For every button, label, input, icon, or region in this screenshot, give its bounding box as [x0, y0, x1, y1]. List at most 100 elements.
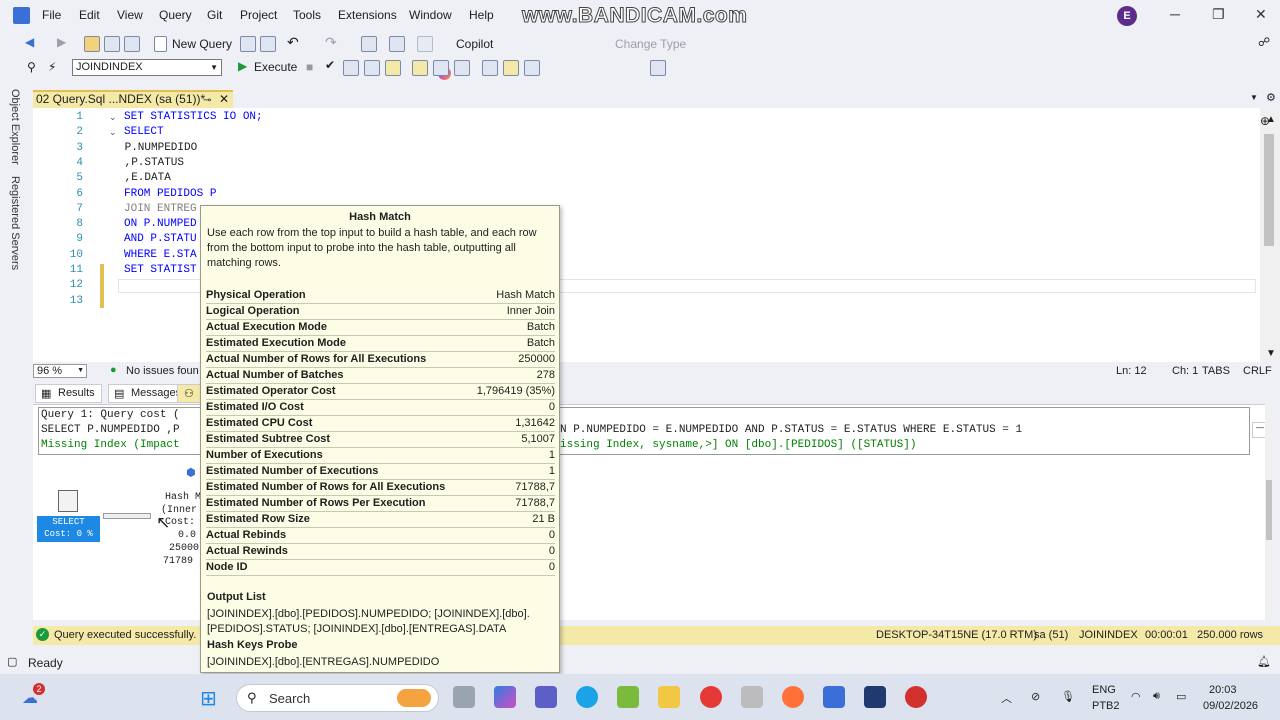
settings-gear-icon[interactable]: ⚙ — [1266, 91, 1276, 104]
tab-list-chevron-icon[interactable]: ▼ — [1250, 93, 1258, 102]
missing-index-line[interactable]: Missing Index (Impact — [41, 439, 180, 451]
open-file-icon[interactable] — [84, 36, 100, 52]
undo-icon[interactable]: ↶ — [287, 34, 299, 51]
query-db-icon[interactable] — [240, 36, 256, 52]
taskbar-search[interactable]: ⚲ Search — [236, 684, 439, 712]
menu-query[interactable]: Query — [159, 8, 192, 22]
results-to-text-icon[interactable] — [482, 60, 498, 76]
app-icon[interactable] — [741, 686, 763, 708]
analysis-icon[interactable] — [260, 36, 276, 52]
firefox-icon[interactable] — [782, 686, 804, 708]
menu-view[interactable]: View — [117, 8, 143, 22]
menu-window[interactable]: Window — [409, 8, 452, 22]
scroll-thumb[interactable] — [1264, 134, 1274, 246]
hash-node-icon[interactable]: ⬢ — [186, 466, 196, 479]
azure-data-studio-icon[interactable] — [864, 686, 886, 708]
specify-values-icon[interactable] — [650, 60, 666, 76]
minimize-icon[interactable]: ─ — [1170, 6, 1180, 22]
stop-icon[interactable]: ■ — [306, 60, 313, 74]
close-tab-icon[interactable]: ✕ — [219, 92, 229, 107]
display-plan-icon[interactable] — [343, 60, 359, 76]
wifi-icon[interactable]: ◠ — [1131, 690, 1141, 703]
forward-icon[interactable]: ▶ — [57, 35, 66, 49]
include-actual-plan-icon[interactable] — [412, 60, 428, 76]
code-line[interactable]: ON P.NUMPED — [124, 218, 197, 230]
intellisense-icon[interactable] — [385, 60, 401, 76]
input-lang[interactable]: ENG — [1092, 684, 1116, 696]
fold-icon[interactable]: ⌄ — [109, 112, 117, 123]
results-to-grid-icon[interactable] — [503, 60, 519, 76]
pin-icon[interactable]: ⊸ — [203, 93, 211, 108]
clock-time[interactable]: 20:03 — [1209, 684, 1237, 696]
file-explorer-icon[interactable] — [658, 686, 680, 708]
tray-chevron-icon[interactable]: ︿ — [1001, 690, 1012, 706]
scroll-down-icon[interactable]: ▼ — [1266, 348, 1276, 359]
menu-project[interactable]: Project — [240, 8, 277, 22]
excel-icon[interactable] — [617, 686, 639, 708]
issues-label[interactable]: No issues foun — [126, 365, 199, 377]
registered-servers-tab[interactable]: Registered Servers — [9, 176, 21, 270]
database-select[interactable]: JOINDINDEX ▼ — [72, 59, 222, 76]
feedback-icon[interactable]: ☍ — [1258, 35, 1270, 49]
code-line[interactable]: SET STATIST — [124, 264, 197, 276]
copilot-app-icon[interactable] — [494, 686, 516, 708]
restore-icon[interactable]: ❐ — [1212, 6, 1225, 23]
eol-indicator[interactable]: CRLF — [1243, 365, 1272, 377]
battery-icon[interactable]: ▭ — [1176, 690, 1186, 703]
avatar[interactable]: E — [1117, 6, 1137, 26]
editor-vertical-scrollbar[interactable]: ▲ ▼ — [1260, 108, 1280, 362]
tab-execution-plan[interactable]: ⚇ — [177, 384, 202, 403]
menu-help[interactable]: Help — [469, 8, 494, 22]
object-explorer-tab[interactable]: Object Explorer — [9, 89, 21, 165]
menu-edit[interactable]: Edit — [79, 8, 100, 22]
microphone-icon[interactable]: 🎙︎ — [1061, 690, 1075, 703]
client-stats-icon[interactable] — [454, 60, 470, 76]
activity-monitor-icon[interactable] — [361, 36, 377, 52]
windows-start-icon[interactable]: ⊞ — [200, 686, 217, 711]
select-node-icon[interactable] — [58, 490, 78, 512]
code-line[interactable]: AND P.STATU — [124, 233, 197, 245]
tab-results[interactable]: ▦ Results — [35, 384, 102, 403]
copilot-button[interactable]: Copilot — [456, 37, 493, 51]
menu-tools[interactable]: Tools — [293, 8, 321, 22]
code-line[interactable]: ,E.DATA — [118, 172, 171, 184]
execute-icon[interactable]: ▶ — [238, 59, 247, 73]
keyboard-layout[interactable]: PTB2 — [1092, 700, 1120, 712]
parse-icon[interactable]: ✔ — [325, 58, 335, 72]
bandicam-icon[interactable] — [905, 686, 927, 708]
results-to-file-icon[interactable] — [524, 60, 540, 76]
properties-icon[interactable] — [417, 36, 433, 52]
save-all-icon[interactable] — [124, 36, 140, 52]
ssms-taskbar-icon[interactable] — [823, 686, 845, 708]
fold-icon[interactable]: ⌄ — [109, 127, 117, 138]
split-editor-icon[interactable]: ⊕ — [1260, 114, 1270, 128]
live-stats-icon[interactable] — [433, 60, 449, 76]
save-icon[interactable] — [104, 36, 120, 52]
code-line[interactable]: P.NUMPEDIDO — [118, 142, 198, 154]
change-connection-icon[interactable]: ⚡ — [48, 60, 56, 74]
notifications-icon[interactable]: 🔔︎ — [1257, 655, 1271, 668]
tabs-indicator[interactable]: TABS — [1202, 365, 1230, 377]
change-type-button[interactable]: Change Type — [615, 37, 686, 51]
edge-icon[interactable] — [576, 686, 598, 708]
code-line[interactable]: SET STATISTICS IO ON; — [124, 111, 263, 123]
close-icon[interactable]: ✕ — [1255, 6, 1267, 23]
code-line[interactable]: WHERE E.STA — [124, 249, 197, 261]
teams-icon[interactable] — [535, 686, 557, 708]
code-line[interactable]: FROM PEDIDOS P — [124, 188, 216, 200]
execute-button[interactable]: Execute — [254, 60, 297, 74]
connect-icon[interactable]: ⚲ — [27, 60, 36, 74]
new-query-icon[interactable] — [154, 36, 167, 52]
menu-file[interactable]: File — [42, 8, 61, 22]
menu-extensions[interactable]: Extensions — [338, 8, 397, 22]
redo-icon[interactable]: ↷ — [325, 34, 337, 51]
code-line[interactable]: JOIN ENTREG — [124, 203, 197, 215]
tray-app-icon[interactable]: ⊘ — [1031, 690, 1040, 703]
plan-scroll-thumb[interactable] — [1266, 480, 1272, 540]
task-view-icon[interactable] — [453, 686, 475, 708]
chrome-icon[interactable] — [700, 686, 722, 708]
clock-date[interactable]: 09/02/2026 — [1203, 700, 1258, 712]
code-line[interactable]: SELECT — [124, 126, 164, 138]
new-query-button[interactable]: New Query — [172, 37, 232, 51]
query-options-icon[interactable] — [364, 60, 380, 76]
